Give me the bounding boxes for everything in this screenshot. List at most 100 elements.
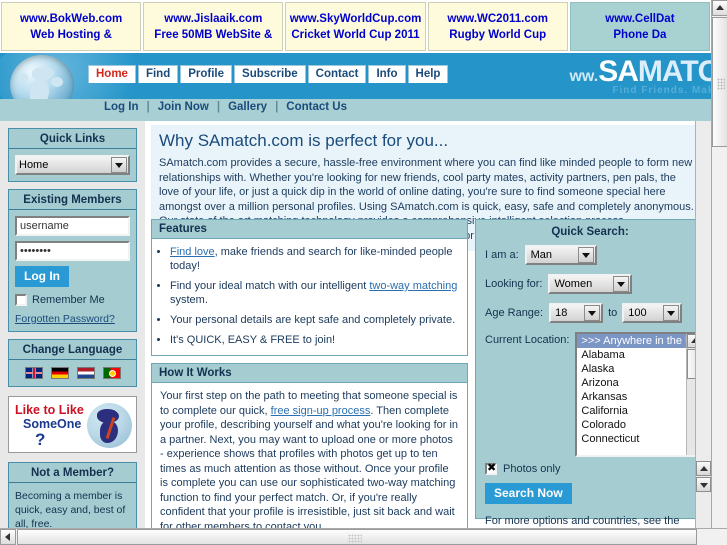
ad-link-4[interactable]: www.CellDat Phone Da bbox=[569, 2, 711, 51]
age-to-select[interactable]: 100 bbox=[622, 303, 683, 323]
photos-only-checkbox[interactable] bbox=[485, 462, 497, 475]
remember-me-label: Remember Me bbox=[32, 294, 105, 306]
nav-tab-subscribe[interactable]: Subscribe bbox=[234, 65, 306, 83]
panel-change-language: Change Language bbox=[8, 339, 137, 387]
wordmark-prefix: ww. bbox=[569, 68, 599, 85]
age-from-select[interactable]: 18 bbox=[549, 303, 604, 323]
nav-tab-contact[interactable]: Contact bbox=[307, 65, 367, 83]
united-kingdom-flag-icon[interactable] bbox=[24, 367, 43, 379]
promo-line-2: SomeOne bbox=[23, 417, 82, 431]
row-i-am-a: I am a: Man bbox=[476, 245, 704, 274]
scroll-up-arrow-icon[interactable] bbox=[696, 461, 711, 476]
subnav-log-in[interactable]: Log In bbox=[96, 101, 147, 113]
ad-link-3[interactable]: www.WC2011.com Rugby World Cup bbox=[427, 2, 568, 51]
left-main-column: Features Find love, make friends and sea… bbox=[151, 219, 468, 528]
quick-links-select[interactable]: Home bbox=[15, 155, 130, 175]
location-option[interactable]: California bbox=[577, 404, 702, 418]
ad-desc: Web Hosting & bbox=[30, 28, 112, 41]
row-current-location: Current Location: >>> Anywhere in the US… bbox=[476, 332, 704, 461]
ad-url: www.SkyWorldCup.com bbox=[289, 12, 422, 25]
main-content: Why SAmatch.com is perfect for you... SA… bbox=[145, 121, 711, 528]
row-looking-for: Looking for: Women bbox=[476, 274, 704, 303]
ad-desc: Cricket World Cup 2011 bbox=[291, 28, 420, 41]
two-way-matching-link[interactable]: two-way matching bbox=[369, 280, 457, 292]
how-it-works-post: . Then complete your profile, describing… bbox=[160, 404, 459, 529]
location-option[interactable]: Arkansas bbox=[577, 390, 702, 404]
quick-search-panel: Quick Search: I am a: Man Looking for: W… bbox=[475, 219, 705, 527]
quick-search-title: Quick Search: bbox=[551, 226, 629, 238]
nav-tab-find[interactable]: Find bbox=[137, 65, 179, 83]
i-am-a-label: I am a: bbox=[485, 249, 519, 261]
password-input[interactable] bbox=[15, 241, 130, 261]
looking-for-label: Looking for: bbox=[485, 278, 543, 290]
forgotten-password-link[interactable]: Forgotten Password? bbox=[15, 313, 130, 325]
current-location-label: Current Location: bbox=[485, 334, 570, 346]
current-location-listbox[interactable]: >>> Anywhere in the US <<< Alabama Alask… bbox=[575, 332, 704, 457]
nav-tab-home[interactable]: Home bbox=[88, 65, 136, 83]
wordmark-match: MATCH bbox=[637, 55, 711, 88]
more-options-text: For more options and countries, see the bbox=[485, 515, 680, 527]
existing-members-title: Existing Members bbox=[9, 190, 136, 210]
ad-url: www.CellDat bbox=[605, 12, 675, 25]
location-option[interactable]: Alaska bbox=[577, 362, 702, 376]
free-sign-up-link[interactable]: free sign-up process bbox=[271, 405, 371, 417]
globe-logo-icon bbox=[6, 53, 82, 99]
ad-desc: Phone Da bbox=[613, 28, 667, 41]
username-input[interactable] bbox=[15, 216, 130, 236]
subnav-contact-us[interactable]: Contact Us bbox=[278, 101, 355, 113]
sub-nav-bar: Log In | Join Now | Gallery | Contact Us bbox=[0, 99, 711, 121]
location-option[interactable]: Alabama bbox=[577, 348, 702, 362]
row-photos-only: Photos only bbox=[476, 461, 704, 475]
ad-desc: Rugby World Cup bbox=[449, 28, 547, 41]
location-option[interactable]: Colorado bbox=[577, 418, 702, 432]
promo-banner-like-to-like[interactable]: Like to Like SomeOne ? bbox=[8, 396, 137, 453]
photos-only-label: Photos only bbox=[503, 463, 561, 475]
features-title: Features bbox=[152, 220, 467, 239]
inner-frame-vertical-scrollbar[interactable] bbox=[695, 121, 711, 528]
not-a-member-title: Not a Member? bbox=[9, 463, 136, 483]
subnav-gallery[interactable]: Gallery bbox=[220, 101, 275, 113]
feature-text-pre: Find your ideal match with our intellige… bbox=[170, 280, 370, 292]
nav-tab-help[interactable]: Help bbox=[407, 65, 449, 83]
search-now-button[interactable]: Search Now bbox=[485, 483, 572, 504]
site-wordmark: ww.SAMATCH bbox=[569, 55, 711, 89]
not-a-member-text: Becoming a member is quick, easy and, be… bbox=[15, 490, 126, 528]
site-tagline: Find Friends. Make bbox=[612, 85, 711, 96]
netherlands-flag-icon[interactable] bbox=[76, 367, 95, 379]
site-banner: ww.SAMATCH Find Friends. Make Home Find … bbox=[0, 53, 711, 99]
globe-icon bbox=[87, 403, 132, 448]
nav-tab-info[interactable]: Info bbox=[368, 65, 406, 83]
portugal-flag-icon[interactable] bbox=[102, 367, 121, 379]
quick-links-title: Quick Links bbox=[9, 129, 136, 149]
login-button[interactable]: Log In bbox=[15, 266, 69, 287]
subnav-join-now[interactable]: Join Now bbox=[150, 101, 217, 113]
browser-vertical-scrollbar[interactable] bbox=[711, 0, 727, 528]
section-how-it-works: How It Works Your first step on the path… bbox=[151, 363, 468, 528]
list-item: Find love, make friends and search for l… bbox=[170, 245, 459, 273]
nav-tab-profile[interactable]: Profile bbox=[180, 65, 233, 83]
promo-line-3: ? bbox=[35, 430, 46, 449]
ad-link-0[interactable]: www.BokWeb.com Web Hosting & bbox=[1, 2, 142, 51]
ad-desc: Free 50MB WebSite & bbox=[154, 28, 273, 41]
location-option[interactable]: Connecticut bbox=[577, 432, 702, 446]
scroll-up-arrow-icon[interactable] bbox=[712, 0, 727, 16]
ad-link-2[interactable]: www.SkyWorldCup.com Cricket World Cup 20… bbox=[285, 2, 426, 51]
location-option[interactable]: Arizona bbox=[577, 376, 702, 390]
looking-for-select[interactable]: Women bbox=[548, 274, 633, 294]
scroll-thumb[interactable] bbox=[17, 529, 697, 545]
scroll-down-arrow-icon[interactable] bbox=[696, 477, 711, 492]
remember-me-checkbox[interactable] bbox=[15, 294, 27, 306]
age-range-label: Age Range: bbox=[485, 307, 544, 319]
sidebar: Quick Links Home Existing Members Log In bbox=[0, 121, 145, 528]
germany-flag-icon[interactable] bbox=[50, 367, 69, 379]
scroll-left-arrow-icon[interactable] bbox=[0, 529, 16, 545]
i-am-a-select[interactable]: Man bbox=[524, 245, 597, 265]
browser-horizontal-scrollbar[interactable] bbox=[0, 528, 727, 545]
find-love-link[interactable]: Find love bbox=[170, 246, 215, 258]
ad-banner-bar: www.BokWeb.com Web Hosting & www.Jislaai… bbox=[0, 0, 711, 53]
scroll-thumb[interactable] bbox=[712, 17, 727, 147]
ad-link-1[interactable]: www.Jislaaik.com Free 50MB WebSite & bbox=[143, 2, 284, 51]
ad-url: www.WC2011.com bbox=[447, 12, 548, 25]
ad-url: www.BokWeb.com bbox=[19, 12, 123, 25]
location-option[interactable]: >>> Anywhere in the US <<< bbox=[577, 334, 702, 348]
